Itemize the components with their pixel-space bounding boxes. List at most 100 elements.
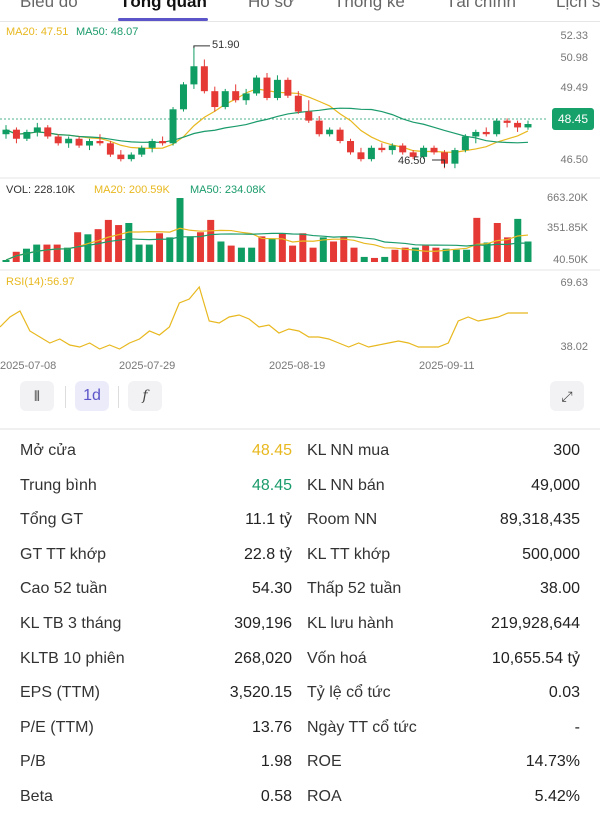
stats-row: KL TB 3 tháng 309,196 KL lưu hành 219,928,6…: [0, 615, 600, 649]
date-label: 2025-09-11: [419, 360, 475, 372]
candle: [221, 91, 229, 108]
volume-bar: [493, 222, 501, 262]
rsi-line: [0, 285, 528, 350]
stats-row: Mở cửa 48.45 KL NN mua 300: [0, 442, 600, 476]
volume-ma20-line: [5, 227, 529, 261]
stock-chart[interactable]: [0, 0, 600, 380]
volume-axis-label: 40.50K: [553, 254, 588, 266]
stat-label: ROA: [307, 788, 342, 805]
candle: [430, 147, 438, 153]
stat-value: 14.73%: [525, 753, 580, 771]
stat-label: Cao 52 tuần: [20, 580, 108, 598]
candle: [106, 143, 114, 155]
volume-bar: [186, 236, 194, 262]
candle: [75, 138, 83, 146]
stat-label: KLTB 10 phiên: [20, 649, 125, 667]
price-ma20-label: MA20: 47.51: [6, 26, 69, 38]
candle: [253, 77, 261, 94]
stat-value: 500,000: [522, 545, 580, 563]
stat-value: 0.03: [548, 684, 580, 702]
stat-label: P/E (TTM): [20, 718, 94, 736]
volume-bar: [381, 256, 389, 262]
section-divider: [0, 428, 600, 430]
stat-value: 49,000: [531, 476, 580, 494]
stat-value: 309,196: [234, 615, 292, 632]
expand-icon: ⤢: [561, 387, 573, 404]
interval-button[interactable]: 1d: [75, 381, 109, 411]
candle: [179, 84, 187, 110]
volume-bar: [33, 244, 41, 262]
volume-bar: [22, 248, 30, 262]
volume-bar: [84, 234, 92, 262]
candle: [357, 152, 365, 160]
volume-bar: [176, 198, 184, 262]
volume-bar: [340, 236, 348, 262]
rsi-axis-label: 38.02: [560, 341, 588, 353]
candle: [127, 154, 135, 160]
candle: [472, 131, 480, 137]
stat-label: KL TT khớp: [307, 545, 391, 563]
volume-bar: [370, 257, 378, 262]
stat-label: Trung bình: [20, 476, 97, 494]
stat-value: 38.00: [539, 580, 580, 598]
stat-label: ROE: [307, 753, 342, 771]
stat-label: Thấp 52 tuần: [307, 580, 402, 598]
stat-value: 3,520.15: [229, 684, 292, 702]
stats-row: GT TT khớp 22.8 tỷ KL TT khớp 500,000: [0, 546, 600, 580]
candle: [514, 122, 522, 128]
price-axis-label: 49.49: [560, 82, 588, 94]
stats-row: P/E (TTM) 13.76 Ngày TT cổ tức -: [0, 719, 600, 753]
volume-bar: [432, 247, 440, 262]
volume-bar: [248, 247, 256, 262]
indicator-button[interactable]: f: [128, 381, 162, 411]
date-label: 2025-07-29: [119, 360, 176, 372]
volume-bar: [289, 245, 297, 262]
stat-label: Mở cửa: [20, 442, 76, 459]
toolbar-divider: [65, 386, 66, 408]
volume-bar: [524, 241, 532, 262]
candle: [12, 129, 20, 139]
chart-type-button[interactable]: ⫴: [20, 381, 54, 411]
volume-bar: [463, 249, 471, 262]
stat-label: Room NN: [307, 511, 378, 529]
volume-bar: [63, 247, 71, 262]
stat-label: KL TB 3 tháng: [20, 615, 122, 632]
candle: [169, 109, 177, 144]
candle: [211, 91, 219, 108]
candle: [347, 141, 355, 153]
rsi-axis-label: 69.63: [560, 277, 588, 289]
candle: [65, 138, 73, 144]
candle: [367, 147, 375, 160]
high-marker-label: 51.90: [212, 39, 240, 51]
stat-label: P/B: [20, 753, 46, 771]
stat-value: 10,655.54 tỷ: [491, 649, 580, 667]
volume-bar: [360, 256, 368, 262]
volume-bar: [278, 233, 286, 262]
stat-value: 268,020: [234, 649, 292, 667]
candle: [190, 66, 198, 85]
candle: [232, 91, 240, 101]
candle: [378, 147, 386, 151]
price-axis-label: 52.33: [560, 30, 588, 42]
volume-bar: [43, 244, 51, 262]
candle: [273, 79, 281, 98]
stat-label: Beta: [20, 788, 53, 805]
stat-value: -: [574, 718, 580, 736]
volume-bar: [53, 244, 61, 262]
fullscreen-button[interactable]: ⤢: [550, 381, 584, 411]
candle: [451, 150, 459, 164]
candle: [2, 129, 10, 135]
candle: [284, 79, 292, 96]
candle: [148, 141, 156, 148]
toolbar-divider: [118, 386, 119, 408]
volume-bar: [94, 229, 102, 262]
stat-value: 48.45: [251, 476, 292, 494]
volume-ma50-label: MA50: 234.08K: [190, 184, 266, 196]
candle: [388, 145, 396, 151]
last-price-tag: 48.45: [551, 108, 594, 130]
candle: [23, 131, 31, 139]
stat-value: 219,928,644: [491, 615, 580, 632]
candle: [54, 136, 62, 144]
volume-bar: [156, 233, 164, 262]
candle: [461, 136, 469, 151]
